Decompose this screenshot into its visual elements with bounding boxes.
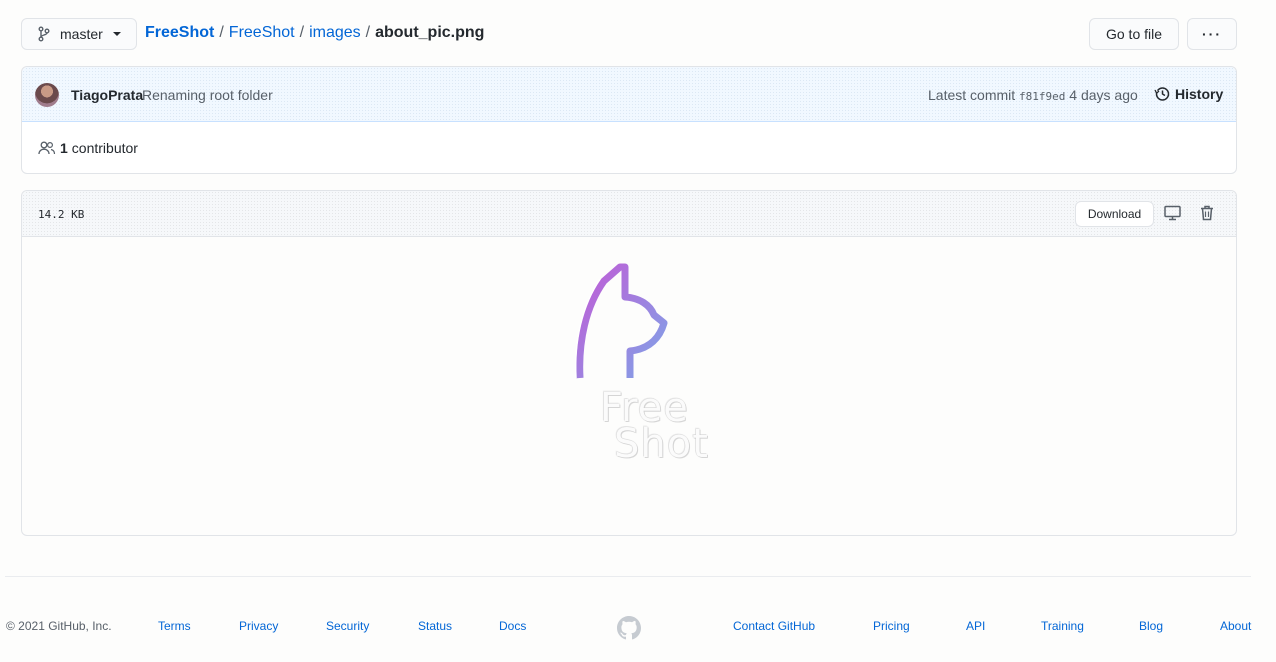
history-icon bbox=[1154, 87, 1170, 101]
commit-author-link[interactable]: TiagoPrata bbox=[71, 87, 143, 103]
breadcrumb-file-name: about_pic.png bbox=[375, 24, 485, 41]
history-label: History bbox=[1175, 86, 1224, 102]
image-preview: Free Shot bbox=[552, 261, 712, 481]
download-button[interactable]: Download bbox=[1075, 201, 1154, 227]
delete-file-button[interactable] bbox=[1200, 205, 1214, 226]
page: master FreeShot / FreeShot / images / ab… bbox=[0, 0, 1276, 662]
history-button[interactable]: History bbox=[1154, 86, 1223, 102]
footer-divider bbox=[5, 576, 1251, 577]
branch-selector-button[interactable]: master bbox=[21, 18, 137, 50]
contributors-link[interactable]: 1 contributor bbox=[38, 140, 138, 156]
file-size: 14.2 KB bbox=[38, 208, 85, 221]
footer-link-security[interactable]: Security bbox=[326, 619, 369, 633]
commit-message-link[interactable]: Renaming root folder bbox=[142, 87, 273, 103]
footer-link-api[interactable]: API bbox=[966, 619, 985, 633]
breadcrumb-separator: / bbox=[299, 24, 305, 41]
git-branch-icon bbox=[38, 26, 50, 42]
commit-age: 4 days ago bbox=[1069, 87, 1138, 103]
latest-commit-bar: TiagoPrata Renaming root folder Latest c… bbox=[22, 67, 1236, 122]
caret-down-icon bbox=[112, 32, 121, 36]
contributor-label: contributor bbox=[71, 140, 138, 156]
breadcrumb-folder-images-link[interactable]: images bbox=[309, 24, 361, 42]
footer-link-pricing[interactable]: Pricing bbox=[873, 619, 910, 633]
commit-sha-link[interactable]: f81f9ed bbox=[1019, 90, 1065, 103]
breadcrumb-repo-link[interactable]: FreeShot bbox=[145, 24, 214, 42]
avatar[interactable] bbox=[35, 83, 59, 107]
footer-link-about[interactable]: About bbox=[1220, 619, 1251, 633]
image-text-shot: Shot bbox=[614, 421, 709, 467]
freeshot-cat-logo-icon bbox=[574, 263, 668, 379]
commit-info-box: TiagoPrata Renaming root folder Latest c… bbox=[21, 66, 1237, 174]
people-icon bbox=[38, 141, 56, 155]
breadcrumb-separator: / bbox=[365, 24, 371, 41]
github-mark-icon[interactable] bbox=[617, 616, 641, 645]
latest-commit-info: Latest commit f81f9ed 4 days ago bbox=[928, 87, 1138, 103]
breadcrumb-folder-freeshot-link[interactable]: FreeShot bbox=[229, 24, 295, 42]
more-options-button[interactable]: ··· bbox=[1187, 18, 1237, 50]
footer-link-terms[interactable]: Terms bbox=[158, 619, 191, 633]
footer-link-status[interactable]: Status bbox=[418, 619, 452, 633]
kebab-horizontal-icon: ··· bbox=[1202, 26, 1222, 42]
branch-name: master bbox=[60, 26, 103, 42]
footer-link-blog[interactable]: Blog bbox=[1139, 619, 1163, 633]
file-viewer: 14.2 KB Download Free Shot bbox=[21, 190, 1237, 536]
contributor-count: 1 bbox=[60, 140, 68, 156]
file-header: 14.2 KB Download bbox=[22, 191, 1236, 237]
monitor-icon bbox=[1164, 205, 1181, 221]
breadcrumb: FreeShot / FreeShot / images / about_pic… bbox=[145, 24, 484, 42]
desktop-open-button[interactable] bbox=[1164, 205, 1181, 226]
footer-copyright: © 2021 GitHub, Inc. bbox=[6, 619, 112, 633]
breadcrumb-separator: / bbox=[219, 24, 224, 41]
footer-link-training[interactable]: Training bbox=[1041, 619, 1084, 633]
footer-link-contact-github[interactable]: Contact GitHub bbox=[733, 619, 815, 633]
latest-commit-label: Latest commit bbox=[928, 87, 1016, 103]
trash-icon bbox=[1201, 205, 1213, 221]
footer-link-docs[interactable]: Docs bbox=[499, 619, 526, 633]
go-to-file-button[interactable]: Go to file bbox=[1089, 18, 1179, 50]
footer-link-privacy[interactable]: Privacy bbox=[239, 619, 278, 633]
